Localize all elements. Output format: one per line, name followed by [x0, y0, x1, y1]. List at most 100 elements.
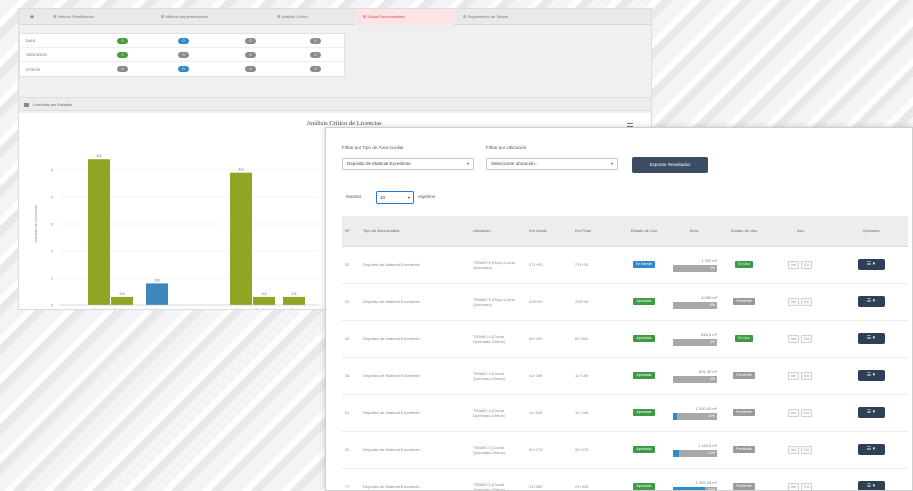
count-pill[interactable]: 0 [310, 66, 321, 72]
tab-planificacion[interactable]: ⊞ Método Planificación [45, 9, 153, 25]
row-estado-2: Pendiente [720, 283, 768, 321]
home-icon[interactable]: ◆ [19, 9, 45, 25]
options-menu-button[interactable]: ☰ ▾ [857, 333, 885, 344]
row-km-ini: 21+450 [526, 468, 572, 490]
count-pill[interactable]: 0 [310, 38, 321, 44]
row-type: Depósito de Material Excedente [360, 320, 470, 358]
row-km-ini: 225+00 [526, 283, 572, 321]
col-km-ini[interactable]: Km Inicial [526, 216, 572, 247]
row-acc: Ver Ed [768, 246, 834, 284]
col-acc[interactable]: Acc. [768, 216, 834, 247]
tab-label: Método Implementación [165, 13, 209, 19]
options-menu-button[interactable]: ☰ ▾ [857, 296, 885, 307]
data-label: 0.3 [120, 292, 125, 296]
tab-implementacion[interactable]: ⊞ Método Implementación [153, 9, 269, 25]
status-badge: Aprobado [633, 446, 655, 453]
tab-label: Método Planificación [57, 13, 95, 19]
row-km-fin: 81+320 [572, 320, 620, 358]
row-estado-1: Aprobado [620, 357, 668, 395]
data-label: 0.3 [262, 292, 267, 296]
view-button[interactable]: Ver [788, 371, 799, 380]
tab-datos-documentales[interactable]: ⊞ Datos Documentales [355, 9, 455, 25]
col-options[interactable]: Opciones [834, 216, 908, 247]
view-button[interactable]: Ver [788, 297, 799, 306]
view-button[interactable]: Ver [788, 408, 799, 417]
options-menu-button[interactable]: ☰ ▾ [857, 407, 885, 418]
status-row-label: VENCIDOS [26, 52, 47, 57]
status-badge: Aprobado [633, 372, 655, 379]
area-value: 1 020,00 m² [695, 405, 717, 411]
show-label: Mostrar [346, 194, 362, 199]
view-button[interactable]: Ver [788, 482, 799, 490]
col-type[interactable]: Tipo de Área Auxiliar [360, 216, 470, 247]
col-location[interactable]: Ubicación [470, 216, 526, 247]
progress-fill [673, 412, 678, 420]
chart-icon [24, 103, 29, 107]
options-menu-button[interactable]: ☰ ▾ [857, 444, 885, 455]
row-km-fin: 225+40 [572, 283, 620, 321]
view-button[interactable]: Ver [788, 334, 799, 343]
count-pill[interactable]: 0 [245, 38, 256, 44]
col-estado-2[interactable]: Estado de Uso [720, 216, 768, 247]
edit-button[interactable]: Ed [801, 482, 812, 490]
tab-seguimiento[interactable]: ⊞ Seguimiento de Tareas [455, 9, 565, 25]
row-estado-1: Aprobado [620, 431, 668, 469]
tab-analisis[interactable]: ⊞ Análisis Crítico [269, 9, 355, 25]
table-row: 77 Depósito de Material Excedente TRAMO 4 … [342, 468, 908, 491]
progress-bar: 0% [673, 338, 717, 346]
location-filter-select[interactable]: Seleccionar ubicación... ▾ [486, 158, 618, 170]
count-pill[interactable]: 0 [178, 52, 189, 58]
data-label: 0.8 [155, 278, 160, 282]
view-button[interactable]: Ver [788, 260, 799, 269]
row-type: Depósito de Material Excedente [360, 431, 470, 469]
count-pill[interactable]: 0 [245, 52, 256, 58]
count-pill[interactable]: 0 [117, 66, 128, 72]
edit-button[interactable]: Ed [801, 445, 812, 454]
progress-fill [673, 486, 705, 490]
row-num: 52 [342, 431, 360, 469]
progress-bar: 0% [673, 301, 717, 309]
status-badge: Aprobado [633, 409, 655, 416]
col-estado-1[interactable]: Estado de Uso [620, 216, 668, 247]
edit-button[interactable]: Ed [801, 371, 812, 380]
type-filter-select[interactable]: Depósito de Material Excedente ▾ [342, 158, 474, 170]
edit-button[interactable]: Ed [801, 297, 812, 306]
count-pill[interactable]: 0 [178, 66, 189, 72]
status-badge: Pendiente [733, 298, 755, 305]
count-pill[interactable]: 0 [178, 38, 189, 44]
y-tick-label: 5 [51, 168, 54, 173]
export-results-button[interactable]: Exportar Resultados [632, 157, 708, 173]
edit-button[interactable]: Ed [801, 260, 812, 269]
status-badge: Pendiente [733, 483, 755, 490]
row-estado-2: Pendiente [720, 468, 768, 490]
tab-label: Análisis Crítico [281, 13, 308, 19]
page-size-select[interactable]: 10 ▾ [376, 191, 414, 204]
count-pill[interactable]: 0 [117, 38, 128, 44]
edit-button[interactable]: Ed [801, 408, 812, 417]
row-acc: Ver Ed [768, 431, 834, 469]
page-size-value: 10 [380, 195, 386, 200]
status-row-label: OTROS [26, 66, 41, 72]
table-row: 30 Depósito de Material Excedente TRAMO 5 … [342, 246, 908, 284]
options-menu-button[interactable]: ☰ ▾ [857, 481, 885, 490]
options-menu-button[interactable]: ☰ ▾ [857, 370, 885, 381]
row-estado-2: En Uso [720, 246, 768, 284]
col-km-fin[interactable]: Km Final [572, 216, 620, 247]
count-pill[interactable]: 0 [310, 52, 321, 58]
count-pill[interactable]: 0 [245, 66, 256, 72]
tab-bar: ◆ ⊞ Método Planificación ⊞ Método Implem… [19, 9, 651, 25]
count-pill[interactable]: 0 [117, 52, 128, 58]
area-value: 816,5 m² [701, 331, 717, 337]
progress-text: 72% [707, 487, 715, 491]
table-row: 51 Depósito de Material Excedente TRAMO 4 … [342, 394, 908, 432]
x-tick-label: Vigente [93, 308, 105, 310]
row-type: Depósito de Material Excedente [360, 394, 470, 432]
row-options: ☰ ▾ [834, 357, 908, 395]
view-button[interactable]: Ver [788, 445, 799, 454]
edit-button[interactable]: Ed [801, 334, 812, 343]
col-num[interactable]: Nº [342, 216, 360, 247]
options-menu-button[interactable]: ☰ ▾ [857, 259, 885, 270]
row-estado-2: Pendiente [720, 394, 768, 432]
row-area: 1 092,44 m² 72% [668, 468, 720, 491]
col-area[interactable]: Área [668, 216, 720, 247]
